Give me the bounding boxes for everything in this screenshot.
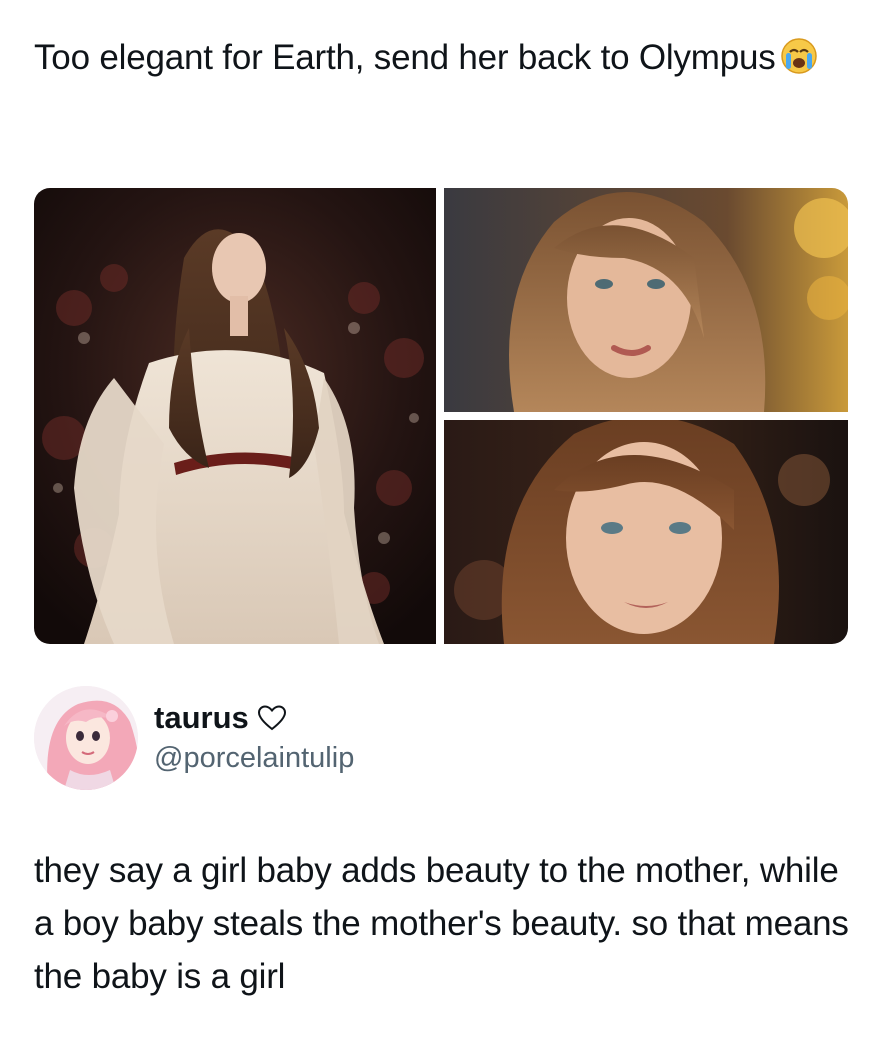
crying-face-icon bbox=[780, 37, 818, 75]
quoted-tweet-author[interactable]: taurus @porcelaintulip bbox=[34, 686, 834, 790]
avatar[interactable] bbox=[34, 686, 138, 790]
caption-text: Too elegant for Earth, send her back to … bbox=[34, 38, 776, 77]
close-up-portrait-photo-1[interactable] bbox=[444, 188, 848, 412]
handle[interactable]: @porcelaintulip bbox=[154, 742, 354, 775]
name-row: taurus bbox=[154, 700, 287, 736]
display-name[interactable]: taurus bbox=[154, 700, 249, 736]
quoted-tweet-text: they say a girl baby adds beauty to the … bbox=[34, 851, 849, 996]
photo-grid[interactable] bbox=[34, 188, 848, 644]
post-caption: Too elegant for Earth, send her back to … bbox=[34, 34, 834, 82]
red-carpet-full-length-photo[interactable] bbox=[34, 188, 436, 644]
close-up-portrait-photo-2[interactable] bbox=[444, 420, 848, 644]
heart-outline-icon bbox=[257, 704, 287, 732]
